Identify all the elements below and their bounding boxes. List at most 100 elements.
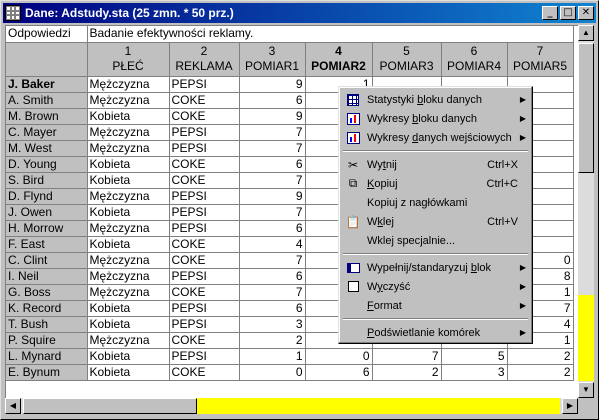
column-header[interactable]: 7 POMIAR5 (507, 42, 574, 77)
table-cell[interactable]: 7 (239, 172, 306, 189)
table-cell[interactable]: Mężczyzna (87, 124, 170, 141)
context-menu-item[interactable]: Wyczyść ▶ (341, 277, 530, 296)
table-cell[interactable]: Mężczyzna (87, 284, 170, 301)
table-cell[interactable]: Mężczyzna (87, 76, 170, 93)
table-cell[interactable]: PEPSI (169, 140, 240, 157)
table-cell[interactable]: COKE (169, 172, 240, 189)
table-cell[interactable]: 5 (441, 348, 508, 365)
table-cell[interactable]: 7 (372, 348, 442, 365)
table-cell[interactable]: PEPSI (169, 268, 240, 285)
context-menu-item[interactable]: Kopiuj z nagłówkami (341, 193, 530, 212)
table-cell[interactable]: Mężczyzna (87, 252, 170, 269)
table-cell[interactable]: 6 (305, 364, 373, 381)
table-cell[interactable]: PEPSI (169, 316, 240, 333)
table-cell[interactable]: COKE (169, 236, 240, 253)
table-cell[interactable]: 3 (441, 364, 508, 381)
table-cell[interactable]: 0 (305, 348, 373, 365)
table-cell[interactable]: 7 (239, 124, 306, 141)
table-cell[interactable]: PEPSI (169, 124, 240, 141)
row-header[interactable]: E. Bynum (6, 364, 88, 381)
column-header[interactable]: 3 POMIAR1 (239, 42, 306, 77)
context-menu-item[interactable]: Wykresy bloku danych ▶ (341, 109, 530, 128)
table-cell[interactable]: Mężczyzna (87, 92, 170, 109)
table-cell[interactable]: 2 (507, 348, 574, 365)
row-header[interactable]: J. Owen (6, 204, 88, 221)
column-header[interactable]: 1 PŁEĆ (87, 42, 170, 77)
table-cell[interactable]: 6 (239, 92, 306, 109)
table-cell[interactable]: COKE (169, 108, 240, 125)
row-header[interactable]: D. Young (6, 156, 88, 173)
scroll-up-arrow-icon[interactable]: ▲ (578, 25, 594, 41)
close-button[interactable]: ✕ (578, 6, 594, 20)
table-cell[interactable]: COKE (169, 156, 240, 173)
column-header[interactable]: 2 REKLAMA (169, 42, 240, 77)
table-cell[interactable]: 7 (239, 140, 306, 157)
sheet-description[interactable]: Badanie efektywności reklamy. (87, 26, 574, 43)
table-cell[interactable]: 6 (239, 220, 306, 237)
row-header[interactable]: I. Neil (6, 268, 88, 285)
row-header[interactable]: L. Mynard (6, 348, 88, 365)
table-cell[interactable]: Kobieta (87, 364, 170, 381)
maximize-button[interactable]: □ (560, 6, 576, 20)
row-header[interactable]: M. Brown (6, 108, 88, 125)
table-cell[interactable]: 0 (239, 364, 306, 381)
row-header[interactable]: C. Clint (6, 252, 88, 269)
context-menu-item[interactable]: 📋 Wklej Ctrl+V (341, 212, 530, 231)
table-cell[interactable]: COKE (169, 332, 240, 349)
minimize-button[interactable]: _ (542, 6, 558, 20)
vertical-scroll-thumb[interactable] (578, 43, 594, 173)
table-cell[interactable]: PEPSI (169, 76, 240, 93)
table-cell[interactable]: PEPSI (169, 220, 240, 237)
context-menu-item[interactable]: ✂ Wytnij Ctrl+X (341, 155, 530, 174)
context-menu-item[interactable]: Wypełnij/standaryzuj blok ▶ (341, 258, 530, 277)
row-header[interactable]: J. Baker (6, 76, 88, 93)
table-cell[interactable]: Mężczyzna (87, 268, 170, 285)
table-cell[interactable]: 1 (239, 348, 306, 365)
table-cell[interactable]: 9 (239, 76, 306, 93)
context-menu-item[interactable]: Wklej specjalnie... (341, 231, 530, 250)
table-cell[interactable]: Kobieta (87, 156, 170, 173)
table-cell[interactable]: PEPSI (169, 188, 240, 205)
size-grip[interactable] (578, 398, 594, 414)
table-cell[interactable]: Mężczyzna (87, 188, 170, 205)
table-cell[interactable]: Kobieta (87, 300, 170, 317)
table-cell[interactable]: 6 (239, 300, 306, 317)
table-cell[interactable]: Kobieta (87, 236, 170, 253)
row-header[interactable]: K. Record (6, 300, 88, 317)
table-cell[interactable]: 7 (239, 252, 306, 269)
table-cell[interactable]: 9 (239, 188, 306, 205)
row-header[interactable]: H. Morrow (6, 220, 88, 237)
table-cell[interactable]: 2 (372, 364, 442, 381)
table-cell[interactable]: 4 (239, 236, 306, 253)
table-cell[interactable]: COKE (169, 284, 240, 301)
table-cell[interactable]: PEPSI (169, 204, 240, 221)
table-cell[interactable]: COKE (169, 364, 240, 381)
horizontal-scrollbar[interactable]: ◀ ▶ (5, 398, 578, 414)
table-cell[interactable]: 7 (239, 284, 306, 301)
table-cell[interactable]: Mężczyzna (87, 332, 170, 349)
table-cell[interactable]: Kobieta (87, 204, 170, 221)
table-cell[interactable]: Mężczyzna (87, 140, 170, 157)
table-cell[interactable]: 2 (507, 364, 574, 381)
row-header[interactable]: P. Squire (6, 332, 88, 349)
table-cell[interactable]: 6 (239, 268, 306, 285)
table-cell[interactable]: 3 (239, 316, 306, 333)
table-cell[interactable]: 2 (239, 332, 306, 349)
table-cell[interactable]: PEPSI (169, 348, 240, 365)
table-cell[interactable]: Kobieta (87, 172, 170, 189)
table-cell[interactable]: 6 (239, 156, 306, 173)
context-menu-item[interactable]: Podświetlanie komórek ▶ (341, 323, 530, 342)
context-menu-item[interactable]: Wykresy danych wejściowych ▶ (341, 128, 530, 147)
context-menu-item[interactable]: Format ▶ (341, 296, 530, 315)
scroll-down-arrow-icon[interactable]: ▼ (578, 382, 594, 398)
scroll-right-arrow-icon[interactable]: ▶ (562, 398, 578, 414)
title-bar[interactable]: Dane: Adstudy.sta (25 zmn. * 50 prz.) _ … (3, 3, 596, 23)
vertical-scrollbar[interactable]: ▲ ▼ (578, 25, 594, 398)
row-header[interactable]: T. Bush (6, 316, 88, 333)
row-header[interactable]: G. Boss (6, 284, 88, 301)
row-header[interactable]: C. Mayer (6, 124, 88, 141)
table-cell[interactable]: COKE (169, 252, 240, 269)
row-header[interactable]: M. West (6, 140, 88, 157)
horizontal-scroll-thumb[interactable] (23, 398, 197, 414)
table-cell[interactable]: PEPSI (169, 300, 240, 317)
